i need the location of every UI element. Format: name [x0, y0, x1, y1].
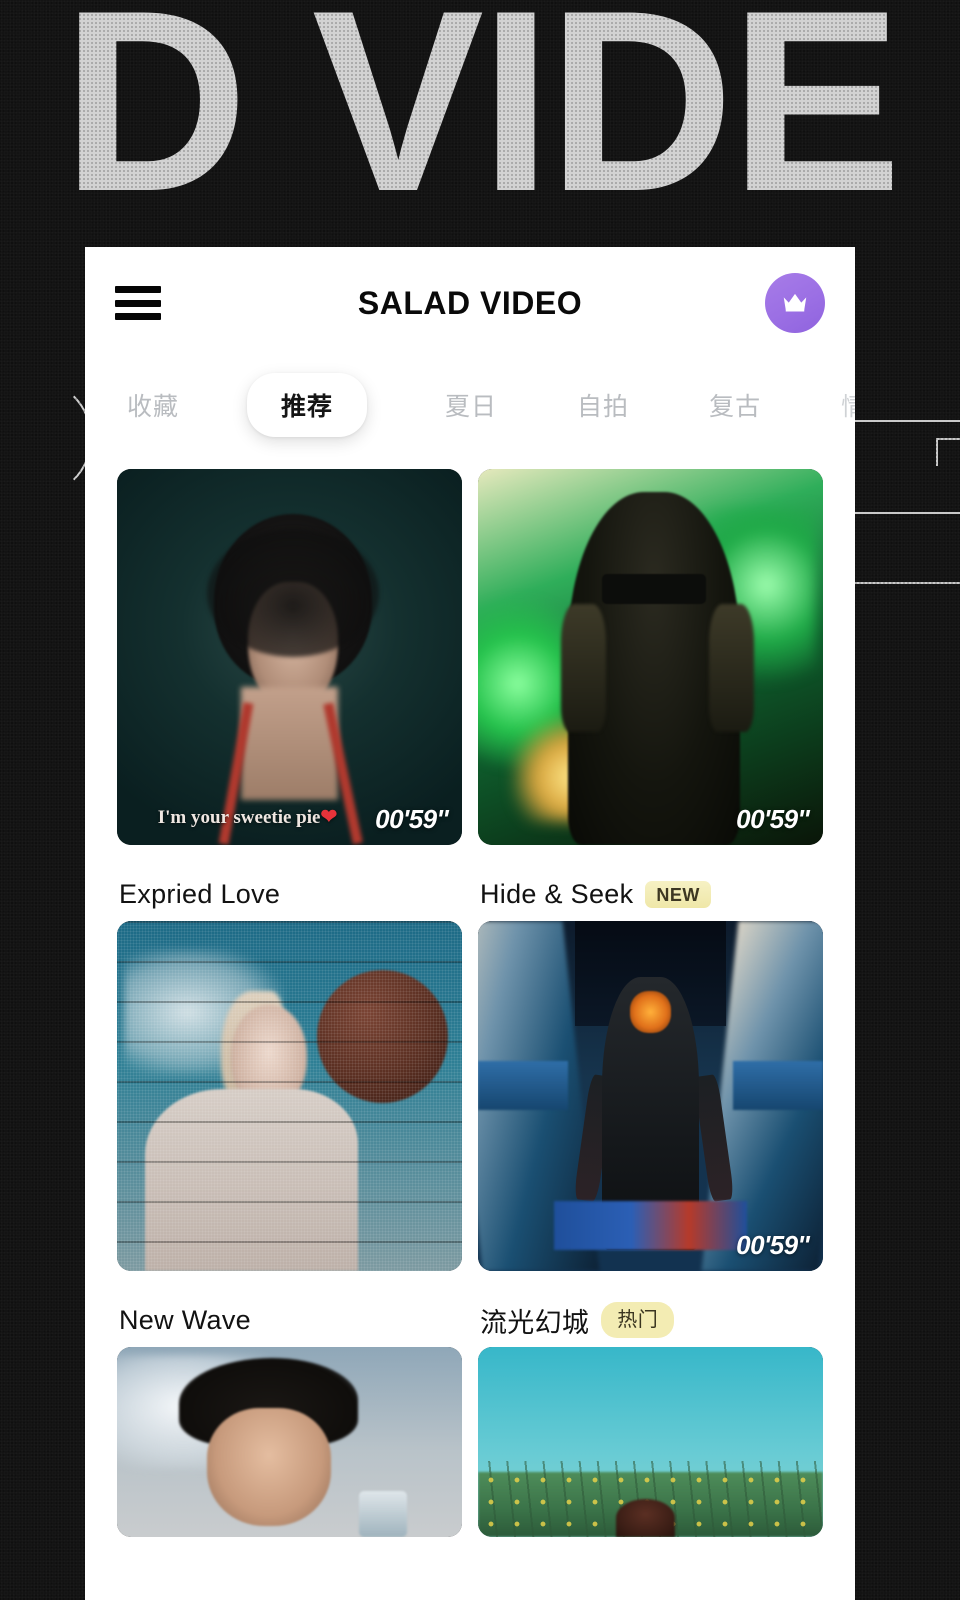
tab-xiari[interactable]: 夏日	[423, 387, 519, 423]
thumbnail-artwork	[478, 1347, 823, 1537]
duration-label: 00'59''	[375, 804, 448, 834]
thumbnail-artwork	[117, 469, 462, 845]
video-card[interactable]: 00'59'' 流光幻城 热门	[478, 921, 823, 1347]
video-meta: New Wave	[117, 1271, 462, 1347]
background-wordmark: D VIDE	[61, 0, 902, 245]
duration-label: 00'59''	[736, 804, 809, 834]
video-card[interactable]: I'm your sweetie pie❤ 00'59'' Expried Lo…	[117, 469, 462, 921]
video-thumbnail[interactable]: I'm your sweetie pie❤ 00'59''	[117, 469, 462, 845]
bracket-frames-icon	[840, 376, 960, 590]
video-card[interactable]	[478, 1347, 823, 1537]
status-badge: 热门	[601, 1302, 675, 1338]
tab-zipai[interactable]: 自拍	[555, 387, 651, 423]
video-meta: Hide & Seek NEW	[478, 845, 823, 921]
page-title: SALAD VIDEO	[357, 284, 583, 321]
video-card[interactable]: New Wave	[117, 921, 462, 1347]
thumbnail-artwork	[117, 921, 462, 1271]
video-title: Hide & Seek	[480, 878, 634, 909]
video-card[interactable]: 00'59'' Hide & Seek NEW	[478, 469, 823, 921]
crown-icon	[783, 293, 807, 312]
thumbnail-artwork	[117, 1347, 462, 1537]
tab-shoucang[interactable]: 收藏	[105, 387, 201, 423]
video-title: 流光幻城	[480, 1307, 590, 1338]
video-card[interactable]	[117, 1347, 462, 1537]
vip-crown-button[interactable]	[765, 273, 825, 333]
tab-qinglv[interactable]: 情侣	[819, 387, 855, 423]
video-thumbnail[interactable]: 00'59''	[478, 469, 823, 845]
video-title: Expried Love	[119, 878, 281, 909]
tab-fugu[interactable]: 复古	[687, 387, 783, 423]
heart-icon: ❤	[320, 806, 338, 828]
caption-text: I'm your sweetie pie	[157, 807, 321, 828]
video-thumbnail[interactable]	[478, 1347, 823, 1537]
tab-tuijian[interactable]: 推荐	[247, 373, 368, 437]
hamburger-menu-icon[interactable]	[115, 286, 161, 320]
video-title: New Wave	[119, 1304, 251, 1335]
app-header: SALAD VIDEO	[85, 247, 855, 359]
app-panel: SALAD VIDEO 收藏 推荐 夏日 自拍 复古 情侣 I'm your s…	[85, 247, 855, 1600]
video-thumbnail[interactable]	[117, 1347, 462, 1537]
video-meta: 流光幻城 热门	[478, 1271, 823, 1347]
video-thumbnail[interactable]: 00'59''	[478, 921, 823, 1271]
video-thumbnail[interactable]	[117, 921, 462, 1271]
video-grid: I'm your sweetie pie❤ 00'59'' Expried Lo…	[85, 451, 855, 1537]
thumbnail-artwork	[478, 921, 823, 1271]
thumbnail-artwork	[478, 469, 823, 845]
video-meta: Expried Love	[117, 845, 462, 921]
status-badge: NEW	[645, 880, 711, 908]
duration-label: 00'59''	[736, 1230, 809, 1260]
category-tabs[interactable]: 收藏 推荐 夏日 自拍 复古 情侣	[85, 359, 855, 451]
